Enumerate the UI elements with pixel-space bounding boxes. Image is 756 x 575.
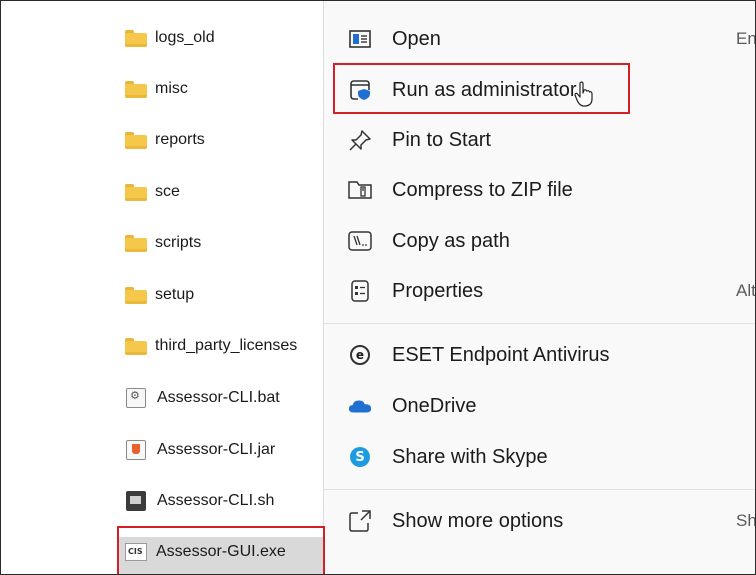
menu-item-shortcut: Alt — [736, 281, 756, 300]
file-name: Assessor-CLI.jar — [157, 441, 276, 458]
properties-icon — [348, 279, 372, 303]
file-name: sce — [155, 183, 180, 200]
java-file-icon — [126, 440, 146, 460]
folder-icon — [125, 79, 147, 99]
menu-item-label: Pin to Start — [392, 128, 491, 151]
menu-item-label: Open — [392, 27, 441, 50]
eset-icon-letter: e — [350, 345, 370, 365]
skype-icon-letter: S — [350, 447, 370, 467]
file-item-sce[interactable]: sce — [125, 174, 180, 210]
file-item-misc[interactable]: misc — [125, 71, 188, 107]
menu-item-pin-to-start[interactable]: Pin to Start — [324, 115, 755, 165]
onedrive-cloud-icon — [348, 394, 372, 418]
shell-script-icon — [126, 491, 146, 511]
menu-item-label: OneDrive — [392, 394, 477, 417]
folder-icon — [125, 28, 147, 48]
batch-file-icon — [126, 388, 146, 408]
assessor-gui-highlight — [117, 526, 325, 574]
menu-item-shortcut: En — [736, 29, 756, 48]
eset-icon: e — [348, 343, 372, 367]
skype-icon: S — [348, 445, 372, 469]
menu-item-label: ESET Endpoint Antivirus — [392, 343, 610, 366]
menu-item-label: Share with Skype — [392, 445, 548, 468]
file-item-reports[interactable]: reports — [125, 122, 205, 158]
menu-item-label: Show more options — [392, 509, 564, 532]
menu-item-share-with-skype[interactable]: S Share with Skype — [324, 432, 755, 482]
menu-item-eset-antivirus[interactable]: e ESET Endpoint Antivirus — [324, 330, 755, 380]
zip-folder-icon — [348, 178, 372, 202]
file-item-logs-old[interactable]: logs_old — [125, 20, 215, 56]
file-item-scripts[interactable]: scripts — [125, 225, 201, 261]
folder-icon — [125, 233, 147, 253]
copy-path-icon — [348, 229, 372, 253]
open-window-icon — [348, 27, 372, 51]
show-more-icon — [348, 509, 372, 533]
hand-cursor-icon — [574, 81, 593, 107]
file-item-assessor-cli-bat[interactable]: Assessor-CLI.bat — [125, 380, 280, 416]
explorer-window: logs_old misc reports sce scripts setup … — [0, 0, 756, 575]
file-name: scripts — [155, 234, 202, 251]
menu-item-label: Copy as path — [392, 229, 510, 252]
file-name: misc — [155, 80, 188, 97]
pin-icon — [348, 128, 372, 152]
menu-item-show-more-options[interactable]: Show more options Sh — [324, 496, 756, 546]
file-item-third-party-licenses[interactable]: third_party_licenses — [125, 328, 297, 364]
menu-item-label: Compress to ZIP file — [392, 178, 573, 201]
file-name: reports — [155, 131, 205, 148]
file-item-setup[interactable]: setup — [125, 277, 194, 313]
menu-item-properties[interactable]: Properties Alt — [324, 266, 756, 316]
menu-item-label: Properties — [392, 279, 484, 302]
menu-divider — [324, 489, 755, 490]
folder-icon — [125, 130, 147, 150]
file-item-assessor-cli-sh[interactable]: Assessor-CLI.sh — [125, 483, 274, 519]
menu-item-copy-as-path[interactable]: Copy as path — [324, 216, 755, 266]
file-name: setup — [155, 286, 195, 303]
file-name: Assessor-CLI.sh — [157, 492, 275, 509]
menu-item-shortcut: Sh — [736, 511, 756, 530]
file-item-assessor-cli-jar[interactable]: Assessor-CLI.jar — [125, 432, 275, 468]
folder-icon — [125, 336, 147, 356]
menu-item-onedrive[interactable]: OneDrive — [324, 381, 755, 431]
folder-icon — [125, 285, 147, 305]
menu-item-compress-to-zip[interactable]: Compress to ZIP file — [324, 165, 755, 215]
file-name: Assessor-CLI.bat — [157, 389, 280, 406]
file-name: third_party_licenses — [155, 337, 298, 354]
menu-item-open[interactable]: Open En — [324, 14, 756, 64]
folder-icon — [125, 182, 147, 202]
file-list: logs_old misc reports sce scripts setup … — [1, 1, 331, 574]
menu-divider — [324, 323, 755, 324]
file-name: logs_old — [155, 29, 215, 46]
